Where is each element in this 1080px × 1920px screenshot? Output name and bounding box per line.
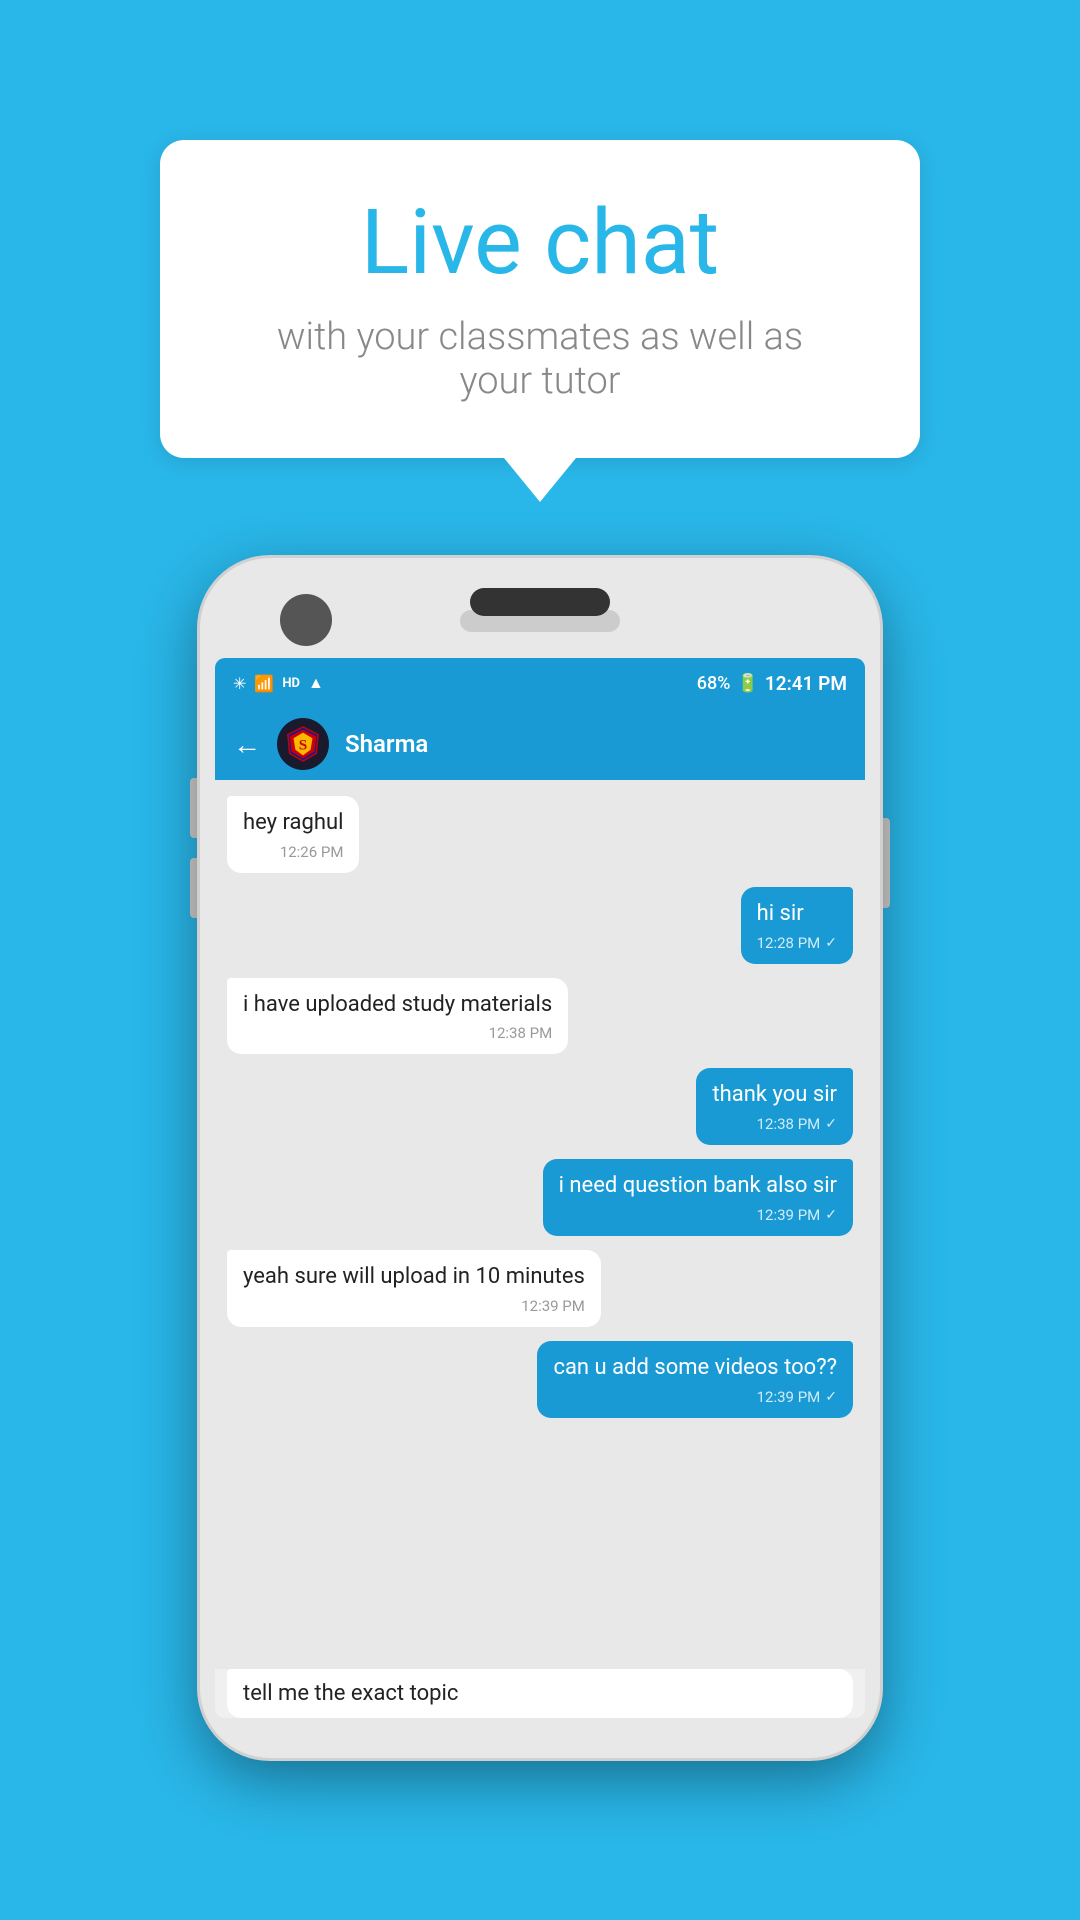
message-time: 12:26 PM bbox=[280, 843, 344, 861]
message-tick: ✓ bbox=[825, 1389, 837, 1405]
message-meta: 12:39 PM bbox=[243, 1297, 585, 1315]
message-row: hi sir 12:28 PM ✓ bbox=[227, 887, 853, 964]
message-meta: 12:39 PM ✓ bbox=[559, 1206, 837, 1224]
message-text: hi sir bbox=[757, 899, 837, 930]
partial-message: tell me the exact topic bbox=[227, 1669, 853, 1718]
message-time: 12:39 PM bbox=[521, 1297, 585, 1315]
battery-icon: 🔋 bbox=[736, 673, 758, 694]
hd-icon: HD bbox=[282, 676, 300, 691]
volume-up-button bbox=[190, 778, 200, 838]
message-row: hey raghul 12:26 PM bbox=[227, 796, 853, 873]
svg-text:S: S bbox=[299, 737, 307, 754]
message-text: thank you sir bbox=[712, 1080, 837, 1111]
status-bar: ✳ 📶 HD ▲ 68% 🔋 12:41 PM bbox=[215, 658, 865, 708]
status-right-info: 68% 🔋 12:41 PM bbox=[697, 672, 847, 695]
message-text: can u add some videos too?? bbox=[553, 1353, 837, 1384]
message-text: i have uploaded study materials bbox=[243, 990, 552, 1021]
home-pill bbox=[470, 588, 610, 616]
message-time: 12:38 PM bbox=[757, 1115, 821, 1133]
message-row: can u add some videos too?? 12:39 PM ✓ bbox=[227, 1341, 853, 1418]
bluetooth-icon: ✳ bbox=[233, 674, 246, 693]
chat-area[interactable]: hey raghul 12:26 PM hi sir 12:28 PM ✓ bbox=[215, 780, 865, 1669]
message-meta: 12:39 PM ✓ bbox=[553, 1388, 837, 1406]
message-text: yeah sure will upload in 10 minutes bbox=[243, 1262, 585, 1293]
message-time: 12:39 PM bbox=[757, 1388, 821, 1406]
message-row: thank you sir 12:38 PM ✓ bbox=[227, 1068, 853, 1145]
live-chat-subtitle: with your classmates as well as your tut… bbox=[240, 315, 840, 403]
signal-icon: 📶 bbox=[254, 674, 274, 693]
message-tick: ✓ bbox=[825, 1207, 837, 1223]
message-meta: 12:38 PM bbox=[243, 1024, 552, 1042]
sent-bubble: hi sir 12:28 PM ✓ bbox=[741, 887, 853, 964]
contact-name: Sharma bbox=[345, 730, 428, 758]
sent-bubble: can u add some videos too?? 12:39 PM ✓ bbox=[537, 1341, 853, 1418]
battery-percent: 68% bbox=[697, 673, 731, 694]
message-row: i need question bank also sir 12:39 PM ✓ bbox=[227, 1159, 853, 1236]
sent-bubble: thank you sir 12:38 PM ✓ bbox=[696, 1068, 853, 1145]
message-time: 12:28 PM bbox=[757, 934, 821, 952]
message-meta: 12:26 PM bbox=[243, 843, 343, 861]
phone-mockup: ✳ 📶 HD ▲ 68% 🔋 12:41 PM ← bbox=[200, 558, 880, 1758]
power-button bbox=[880, 818, 890, 908]
front-camera bbox=[280, 594, 332, 646]
volume-down-button bbox=[190, 858, 200, 918]
message-meta: 12:38 PM ✓ bbox=[712, 1115, 837, 1133]
superman-icon: S bbox=[284, 725, 322, 763]
live-chat-title: Live chat bbox=[240, 190, 840, 295]
wifi-icon: ▲ bbox=[308, 673, 324, 693]
contact-avatar: S bbox=[277, 718, 329, 770]
status-time: 12:41 PM bbox=[765, 672, 847, 695]
received-bubble: i have uploaded study materials 12:38 PM bbox=[227, 978, 568, 1055]
status-left-icons: ✳ 📶 HD ▲ bbox=[233, 673, 324, 693]
message-meta: 12:28 PM ✓ bbox=[757, 934, 837, 952]
app-header: ← S Sharma bbox=[215, 708, 865, 780]
received-bubble: hey raghul 12:26 PM bbox=[227, 796, 359, 873]
message-time: 12:39 PM bbox=[757, 1206, 821, 1224]
back-button[interactable]: ← bbox=[233, 728, 261, 761]
speech-bubble: Live chat with your classmates as well a… bbox=[160, 140, 920, 458]
message-row: i have uploaded study materials 12:38 PM bbox=[227, 978, 853, 1055]
message-row: yeah sure will upload in 10 minutes 12:3… bbox=[227, 1250, 853, 1327]
message-tick: ✓ bbox=[825, 935, 837, 951]
received-bubble: yeah sure will upload in 10 minutes 12:3… bbox=[227, 1250, 601, 1327]
phone-screen: ✳ 📶 HD ▲ 68% 🔋 12:41 PM ← bbox=[215, 658, 865, 1718]
message-text: i need question bank also sir bbox=[559, 1171, 837, 1202]
message-tick: ✓ bbox=[825, 1116, 837, 1132]
message-time: 12:38 PM bbox=[489, 1024, 553, 1042]
message-text: hey raghul bbox=[243, 808, 343, 839]
phone-shell: ✳ 📶 HD ▲ 68% 🔋 12:41 PM ← bbox=[200, 558, 880, 1758]
sent-bubble: i need question bank also sir 12:39 PM ✓ bbox=[543, 1159, 853, 1236]
